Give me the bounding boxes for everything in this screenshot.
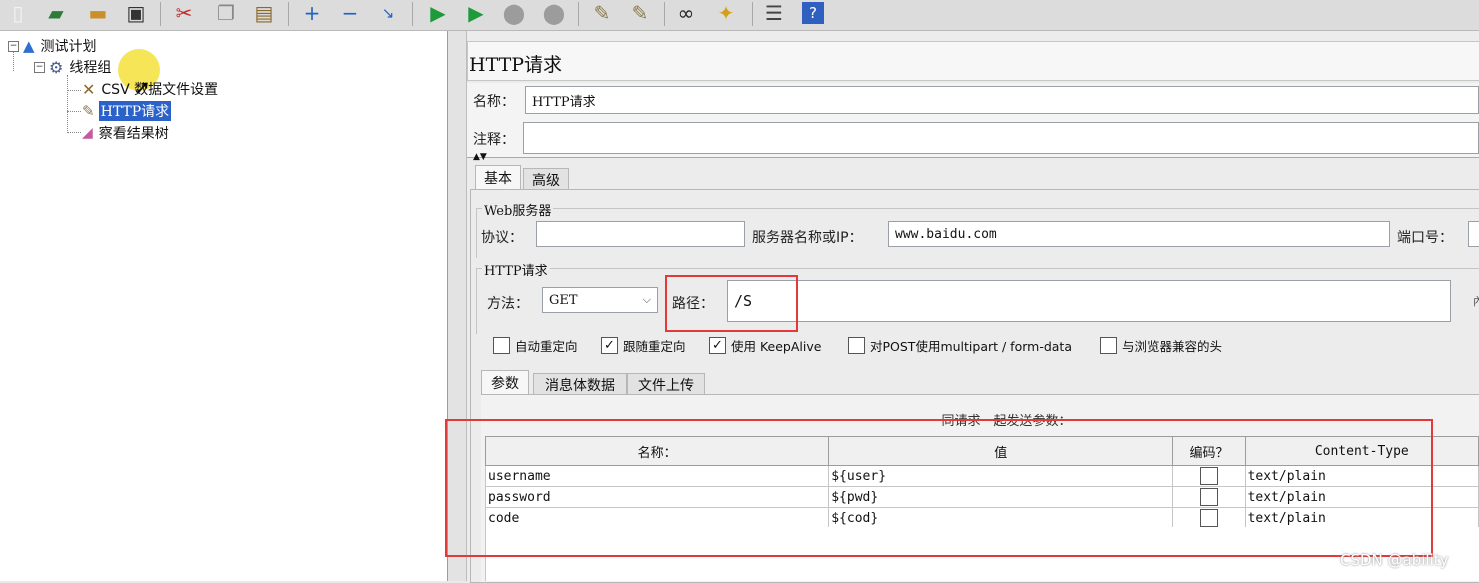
page-title: HTTP请求: [469, 54, 563, 76]
tab-basic[interactable]: 基本: [475, 165, 521, 190]
collapse-toggle-icon[interactable]: −: [8, 40, 19, 52]
name-label: 名称：: [473, 94, 515, 110]
checkbox-box[interactable]: [1100, 337, 1117, 354]
checkbox-box[interactable]: [493, 337, 510, 354]
name-field[interactable]: HTTP请求: [525, 86, 1479, 114]
tab-parameters[interactable]: 参数: [481, 370, 529, 395]
tab-advanced[interactable]: 高级: [523, 168, 569, 190]
method-value: GET: [549, 292, 578, 308]
checkbox-label: 与浏览器兼容的头: [1122, 339, 1223, 354]
test-plan-tree: − ▲ 测试计划 − ⚙ 线程组 ➚ ✕ CSV 数据文件设置 ✎ HTTP请求…: [0, 31, 448, 581]
checkbox-box[interactable]: [848, 337, 865, 354]
browser-headers-checkbox[interactable]: 与浏览器兼容的头: [1100, 336, 1222, 355]
chevron-down-icon: ⌵: [642, 293, 651, 306]
tree-label-thread-group: 线程组: [69, 60, 112, 76]
checkbox-label: 使用 KeepAlive: [731, 339, 822, 354]
toolbar: ▯ ▰ ▬ ▣ ✂ ❐ ▤ + − ↘ ▶ ▶ ⬤ ⬤ ✎ ✎ ∞ ✦ ☰ ?: [0, 0, 1479, 31]
server-label: 服务器名称或IP：: [752, 230, 863, 246]
help-icon[interactable]: ?: [802, 2, 824, 24]
clear-all-icon[interactable]: ✎: [626, 0, 654, 26]
annotation-box-path: [665, 275, 798, 332]
open-icon[interactable]: ▬: [84, 0, 112, 26]
method-select[interactable]: GET ⌵: [542, 287, 658, 313]
port-field[interactable]: [1468, 221, 1479, 247]
tab-files-upload[interactable]: 文件上传: [627, 373, 705, 395]
paste-icon[interactable]: ▤: [250, 0, 278, 26]
annotation-box-params: [445, 419, 1433, 557]
collapse-toggle-icon[interactable]: −: [34, 61, 45, 73]
content-encoding-label-cut: 內: [1473, 295, 1479, 308]
new-icon[interactable]: ▯: [4, 0, 32, 26]
tree-label-test-plan: 测试计划: [40, 39, 97, 55]
collapse-icon[interactable]: −: [336, 0, 364, 26]
shutdown-icon[interactable]: ⬤: [540, 0, 568, 26]
port-label: 端口号：: [1397, 230, 1453, 246]
comment-field[interactable]: [523, 122, 1479, 154]
tree-node-http-request[interactable]: ✎ HTTP请求: [82, 101, 172, 121]
watermark: CSDN @ability: [1340, 551, 1449, 569]
tree-node-thread-group[interactable]: − ⚙ 线程组: [34, 57, 113, 77]
checkbox-label: 跟随重定向: [623, 339, 686, 354]
pipette-icon: ✎: [82, 102, 95, 120]
tree-label-csv: CSV 数据文件设置: [101, 82, 219, 98]
tree-label-http-request: HTTP请求: [98, 101, 172, 121]
templates-icon[interactable]: ▰: [42, 0, 70, 26]
tab-body-data[interactable]: 消息体数据: [533, 373, 627, 395]
http-request-group-title: HTTP请求: [482, 260, 550, 279]
expand-icon[interactable]: +: [298, 0, 326, 26]
server-field[interactable]: www.baidu.com: [888, 221, 1390, 247]
cut-icon[interactable]: ✂: [170, 0, 198, 26]
path-field[interactable]: /S: [727, 280, 1451, 322]
checkmark-icon[interactable]: ✓: [709, 337, 726, 354]
tree-node-csv-data-set[interactable]: ✕ CSV 数据文件设置: [82, 79, 220, 99]
method-label: 方法：: [487, 296, 529, 312]
copy-icon[interactable]: ❐: [212, 0, 240, 26]
multipart-checkbox[interactable]: 对POST使用multipart / form-data: [848, 336, 1072, 355]
reset-search-icon[interactable]: ✦: [712, 0, 740, 26]
tree-node-results-tree[interactable]: ◢ 察看结果树: [82, 123, 171, 143]
stop-icon[interactable]: ⬤: [500, 0, 528, 26]
tree-node-test-plan[interactable]: − ▲ 测试计划: [8, 36, 99, 56]
toggle-icon[interactable]: ↘: [374, 0, 402, 26]
chart-icon: ◢: [82, 125, 93, 141]
comment-label: 注释：: [473, 132, 515, 148]
split-arrows-icon[interactable]: ▲▼: [473, 152, 487, 162]
flask-icon: ▲: [23, 37, 35, 55]
web-server-group-title: Web服务器: [482, 200, 554, 219]
protocol-field[interactable]: [536, 221, 745, 247]
tools-icon: ✕: [82, 79, 96, 99]
auto-redirect-checkbox[interactable]: 自动重定向: [493, 336, 578, 355]
function-helper-icon[interactable]: ☰: [760, 0, 788, 26]
search-icon[interactable]: ∞: [672, 0, 700, 26]
start-no-pause-icon[interactable]: ▶: [462, 0, 490, 26]
keepalive-checkbox[interactable]: ✓ 使用 KeepAlive: [709, 336, 821, 355]
clear-icon[interactable]: ✎: [588, 0, 616, 26]
checkmark-icon[interactable]: ✓: [601, 337, 618, 354]
checkbox-label: 对POST使用multipart / form-data: [870, 339, 1072, 354]
follow-redirect-checkbox[interactable]: ✓ 跟随重定向: [601, 336, 686, 355]
save-icon[interactable]: ▣: [122, 0, 150, 26]
gear-icon: ⚙: [49, 57, 64, 77]
checkbox-label: 自动重定向: [515, 339, 578, 354]
tree-label-results: 察看结果树: [98, 126, 169, 142]
start-icon[interactable]: ▶: [424, 0, 452, 26]
protocol-label: 协议：: [481, 230, 523, 246]
